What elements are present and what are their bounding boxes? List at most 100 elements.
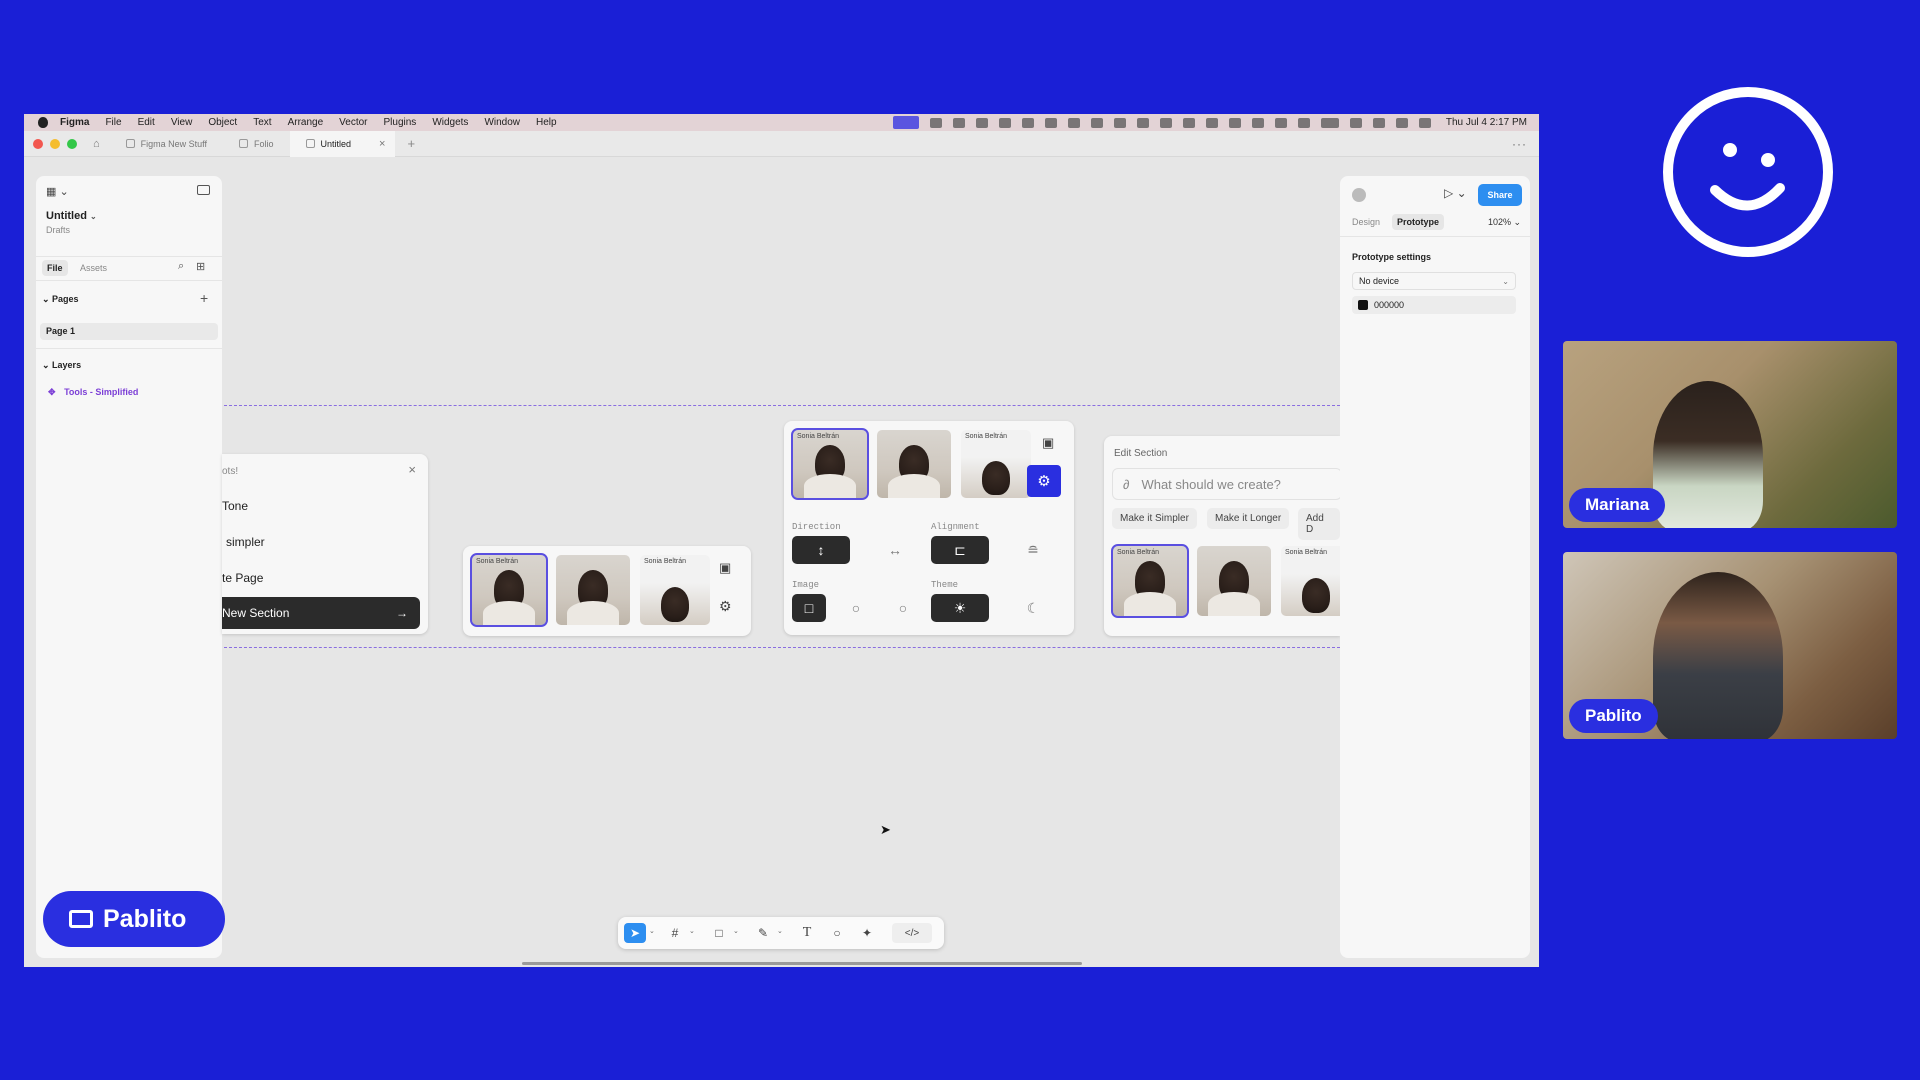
menu-arrange[interactable]: Arrange	[288, 117, 324, 128]
menu-item-new-section[interactable]: New Section →	[222, 597, 420, 629]
maximize-window-icon[interactable]	[67, 138, 77, 149]
preview-thumbnail[interactable]: Sonia Beltrán	[470, 553, 548, 627]
tab-file[interactable]: File	[42, 260, 68, 276]
home-icon[interactable]: ⌂	[93, 138, 100, 150]
image-circle-button[interactable]: ○	[839, 594, 873, 622]
avatar[interactable]	[1352, 188, 1366, 202]
tray-icon[interactable]	[1251, 117, 1264, 128]
image-none-button[interactable]: ○	[886, 594, 920, 622]
frame-tool-icon[interactable]: #	[664, 923, 686, 943]
device-select[interactable]: No device ⌄	[1352, 272, 1516, 290]
tab-assets[interactable]: Assets	[80, 263, 107, 273]
add-page-icon[interactable]: +	[200, 290, 208, 306]
menu-vector[interactable]: Vector	[339, 117, 367, 128]
play-icon[interactable]: ▷ ⌄	[1444, 186, 1467, 200]
menu-view[interactable]: View	[171, 117, 193, 128]
menu-item-simpler[interactable]: simpler	[226, 535, 265, 549]
calendar-icon[interactable]: ▣	[719, 560, 731, 576]
battery-icon[interactable]	[1320, 117, 1339, 128]
close-tab-icon[interactable]: ×	[379, 138, 385, 150]
direction-vertical-button[interactable]: ↕	[792, 536, 850, 564]
main-menu-icon[interactable]: ▦ ⌄	[46, 185, 69, 198]
preview-thumbnail[interactable]	[1197, 546, 1271, 616]
chip-add[interactable]: Add D	[1298, 508, 1340, 540]
direction-horizontal-button[interactable]: ↔	[866, 536, 924, 564]
image-square-button[interactable]: □	[792, 594, 826, 622]
tray-icon[interactable]	[1113, 117, 1126, 128]
theme-light-button[interactable]: ☀	[931, 594, 989, 622]
tab-design[interactable]: Design	[1352, 217, 1380, 227]
menu-object[interactable]: Object	[208, 117, 237, 128]
rectangle-tool-icon[interactable]: □	[708, 923, 730, 943]
tray-icon[interactable]	[998, 117, 1011, 128]
move-tool-icon[interactable]: ➤	[624, 923, 646, 943]
tab-figma-new-stuff[interactable]: Figma New Stuff	[110, 131, 223, 157]
preview-thumbnail[interactable]: Sonia Beltrán	[961, 430, 1031, 498]
horizontal-scrollbar[interactable]	[522, 962, 1082, 965]
settings-button[interactable]: ⚙	[1027, 465, 1061, 497]
minimize-window-icon[interactable]	[50, 138, 60, 149]
menu-item-page[interactable]: te Page	[222, 571, 263, 585]
panel-toggle-icon[interactable]	[197, 185, 210, 195]
clock[interactable]: Thu Jul 4 2:17 PM	[1446, 117, 1527, 128]
chip-make-longer[interactable]: Make it Longer	[1207, 508, 1290, 529]
tray-icon[interactable]	[1044, 117, 1057, 128]
tray-icon[interactable]	[975, 117, 988, 128]
tray-icon[interactable]	[1182, 117, 1195, 128]
file-name[interactable]: Untitled ⌄	[46, 210, 97, 222]
close-icon[interactable]: ×	[408, 462, 416, 477]
close-window-icon[interactable]	[33, 138, 43, 149]
chevron-down-icon[interactable]: ⌄	[777, 927, 783, 935]
apple-icon[interactable]	[38, 117, 48, 128]
menu-text[interactable]: Text	[253, 117, 271, 128]
chevron-down-icon[interactable]: ⌄	[733, 927, 739, 935]
tray-icon[interactable]	[1136, 117, 1149, 128]
control-center-icon[interactable]	[1395, 117, 1408, 128]
menu-help[interactable]: Help	[536, 117, 557, 128]
new-tab-icon[interactable]: +	[407, 136, 415, 151]
background-color-field[interactable]: 000000	[1352, 296, 1516, 314]
preview-thumbnail[interactable]	[556, 555, 630, 625]
tray-icon[interactable]	[1297, 117, 1310, 128]
layers-header[interactable]: ⌄ Layers	[42, 360, 81, 371]
chevron-down-icon[interactable]: ⌄	[649, 927, 655, 935]
tray-icon[interactable]	[1205, 117, 1218, 128]
tray-icon[interactable]	[1159, 117, 1172, 128]
dev-mode-icon[interactable]: </>	[892, 923, 932, 943]
menu-edit[interactable]: Edit	[138, 117, 155, 128]
tray-icon[interactable]	[952, 117, 965, 128]
screen-share-icon[interactable]	[892, 116, 919, 129]
search-icon[interactable]	[1372, 117, 1385, 128]
menu-item-tone[interactable]: Tone	[222, 499, 248, 513]
tray-icon[interactable]	[1228, 117, 1241, 128]
tab-prototype[interactable]: Prototype	[1392, 214, 1445, 230]
menu-plugins[interactable]: Plugins	[384, 117, 417, 128]
preview-thumbnail[interactable]: Sonia Beltrán	[640, 555, 710, 625]
tray-icon[interactable]	[1090, 117, 1103, 128]
menu-window[interactable]: Window	[484, 117, 520, 128]
preview-thumbnail[interactable]: Sonia Beltrán	[791, 428, 869, 500]
tab-untitled[interactable]: Untitled ×	[289, 130, 396, 157]
search-icon[interactable]: ⌕	[178, 260, 184, 273]
zoom-level[interactable]: 102% ⌄	[1488, 217, 1521, 228]
theme-dark-button[interactable]: ☾	[1004, 594, 1062, 622]
preview-thumbnail[interactable]: Sonia Beltrán	[1111, 544, 1189, 618]
layer-item[interactable]: ✥ Tools - Simplified	[48, 387, 138, 398]
color-swatch[interactable]	[1358, 300, 1368, 310]
menu-widgets[interactable]: Widgets	[432, 117, 468, 128]
calendar-icon[interactable]: ▣	[1042, 435, 1054, 451]
align-left-button[interactable]: ⊏	[931, 536, 989, 564]
gear-icon[interactable]: ⚙	[719, 598, 732, 615]
pen-tool-icon[interactable]: ✎	[752, 923, 774, 943]
wifi-icon[interactable]	[1349, 117, 1362, 128]
pages-header[interactable]: ⌄ Pages	[42, 294, 79, 305]
prompt-input[interactable]: ∂ What should we create?	[1112, 468, 1342, 500]
control-center-icon[interactable]	[1418, 117, 1431, 128]
comment-tool-icon[interactable]: ○	[826, 923, 848, 943]
share-button[interactable]: Share	[1478, 184, 1522, 206]
more-icon[interactable]: ···	[1512, 137, 1527, 151]
tray-icon[interactable]	[1274, 117, 1287, 128]
chip-make-simpler[interactable]: Make it Simpler	[1112, 508, 1197, 529]
align-center-button[interactable]: ≘	[1004, 536, 1062, 564]
menu-file[interactable]: File	[105, 117, 121, 128]
